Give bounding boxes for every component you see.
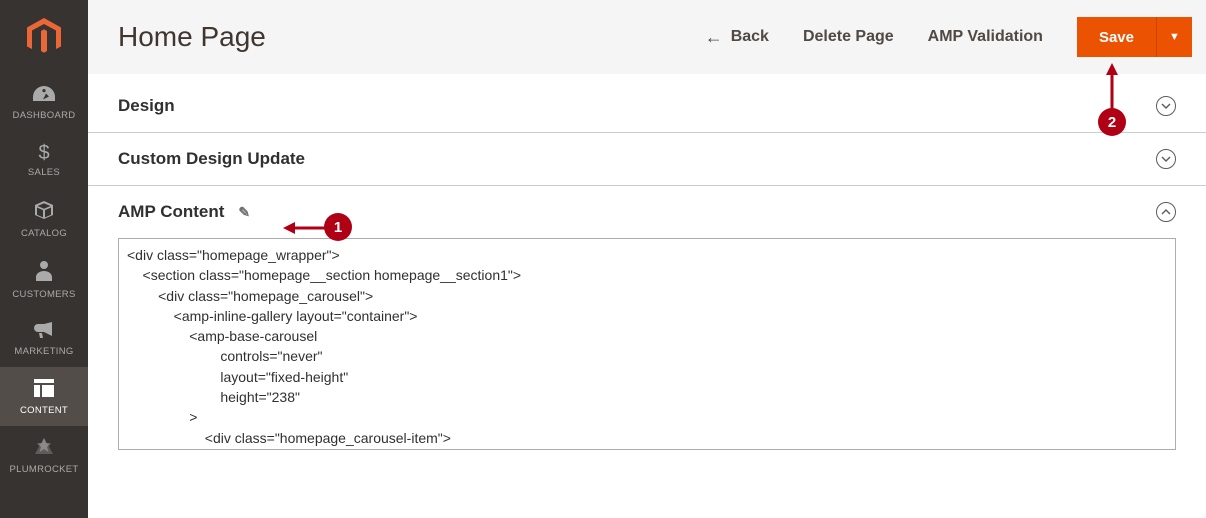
nav-customers[interactable]: CUSTOMERS — [0, 249, 88, 310]
page-header: Home Page ← Back Delete Page AMP Validat… — [88, 0, 1206, 74]
pencil-icon[interactable]: ✎ — [238, 204, 250, 221]
save-split-button: Save ▼ — [1077, 17, 1192, 57]
section-design[interactable]: Design — [88, 74, 1206, 133]
person-icon — [36, 261, 52, 285]
section-amp-content[interactable]: AMP Content ✎ — [88, 186, 1206, 238]
delete-page-button[interactable]: Delete Page — [803, 28, 894, 46]
nav-dashboard[interactable]: DASHBOARD — [0, 74, 88, 131]
gauge-icon — [33, 86, 55, 106]
main-column: Home Page ← Back Delete Page AMP Validat… — [88, 0, 1206, 518]
layout-icon — [34, 379, 54, 401]
save-dropdown-button[interactable]: ▼ — [1156, 17, 1192, 57]
collapse-toggle[interactable] — [1156, 202, 1176, 222]
back-label: Back — [731, 28, 769, 46]
dollar-icon: $ — [38, 143, 49, 163]
nav-content[interactable]: CONTENT — [0, 367, 88, 426]
nav-label: CUSTOMERS — [12, 289, 75, 300]
admin-sidebar: DASHBOARD $ SALES CATALOG CUSTOMERS MARK… — [0, 0, 88, 518]
nav-label: MARKETING — [14, 346, 73, 357]
nav-label: CONTENT — [20, 405, 68, 416]
amp-content-textarea[interactable] — [118, 238, 1176, 450]
section-custom-design[interactable]: Custom Design Update — [88, 133, 1206, 186]
nav-label: SALES — [28, 167, 60, 178]
nav-marketing[interactable]: MARKETING — [0, 310, 88, 367]
chevron-up-icon — [1161, 209, 1171, 215]
content-area: Design Custom Design Update AMP Content … — [88, 74, 1206, 518]
chevron-down-icon — [1161, 103, 1171, 109]
nav-label: DASHBOARD — [13, 110, 76, 121]
amp-validation-button[interactable]: AMP Validation — [928, 28, 1043, 46]
section-title: Custom Design Update — [118, 149, 305, 169]
chevron-down-icon — [1161, 156, 1171, 162]
expand-toggle[interactable] — [1156, 149, 1176, 169]
box-icon — [34, 200, 54, 224]
nav-catalog[interactable]: CATALOG — [0, 188, 88, 249]
nav-label: CATALOG — [21, 228, 67, 239]
plumrocket-icon — [35, 438, 53, 460]
section-title: Design — [118, 96, 175, 116]
amp-content-body — [88, 238, 1206, 475]
save-button[interactable]: Save — [1077, 17, 1156, 57]
magento-logo-icon — [27, 18, 61, 56]
back-button[interactable]: ← Back — [705, 27, 769, 48]
magento-logo[interactable] — [0, 0, 88, 74]
page-title: Home Page — [118, 21, 266, 53]
caret-down-icon: ▼ — [1169, 31, 1180, 43]
megaphone-icon — [34, 322, 54, 342]
nav-label: PLUMROCKET — [10, 464, 79, 475]
header-actions: ← Back Delete Page AMP Validation Save ▼ — [705, 17, 1192, 57]
arrow-left-icon: ← — [705, 27, 723, 48]
expand-toggle[interactable] — [1156, 96, 1176, 116]
section-title: AMP Content — [118, 202, 224, 222]
nav-plumrocket[interactable]: PLUMROCKET — [0, 426, 88, 485]
nav-sales[interactable]: $ SALES — [0, 131, 88, 188]
